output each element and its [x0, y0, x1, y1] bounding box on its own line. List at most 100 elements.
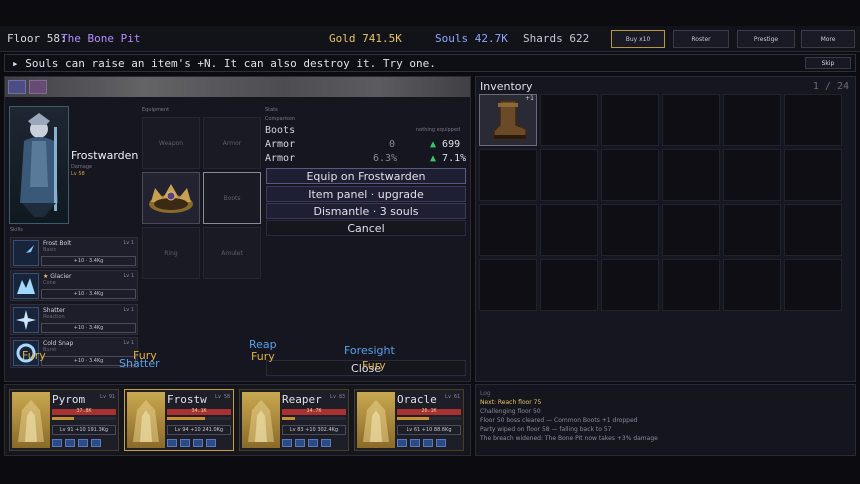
- inventory-slot[interactable]: [540, 94, 598, 146]
- inventory-slot[interactable]: [540, 204, 598, 256]
- inventory-slot[interactable]: [540, 149, 598, 201]
- skill-card[interactable]: Frost Bolt Basic Lv 1 +10 · 3.4Kg: [10, 237, 138, 268]
- inventory-slot[interactable]: [662, 259, 720, 311]
- weapon-slot[interactable]: Weapon: [142, 117, 200, 169]
- stats-header: Stats: [265, 107, 278, 113]
- skill-icon: [91, 439, 101, 447]
- inventory-slot[interactable]: [601, 204, 659, 256]
- party-member-info: Lv 91 +10 191.3Kg: [52, 425, 116, 435]
- stat-label: Armor: [265, 153, 296, 164]
- stat-label: Armor: [265, 139, 296, 150]
- inventory-slot[interactable]: [723, 149, 781, 201]
- inventory-slot[interactable]: [479, 204, 537, 256]
- party-member-skill-icons: [397, 439, 446, 447]
- inventory-slot[interactable]: [784, 149, 842, 201]
- stat-current: 0: [389, 139, 396, 150]
- inventory-slot[interactable]: [540, 259, 598, 311]
- weapon-slot-label: Weapon: [158, 139, 184, 147]
- more-button[interactable]: More: [801, 30, 855, 48]
- amulet-slot-label: Amulet: [221, 249, 243, 257]
- skill-card[interactable]: ★ Glacier Cone Lv 1 +10 · 3.4Kg: [10, 270, 138, 301]
- boots-slot[interactable]: Boots: [203, 172, 261, 224]
- log-line: Challenging floor 50: [480, 408, 541, 415]
- skill-name-text: Glacier: [50, 273, 72, 280]
- item-upgrade-badge: +1: [525, 95, 534, 102]
- floating-shatter-text: Shatter: [119, 357, 160, 370]
- inventory-slot[interactable]: [662, 149, 720, 201]
- xp-fill: [282, 417, 295, 420]
- hero-subclass: Damage: [71, 164, 93, 170]
- log-panel: Log Next: Reach floor 75 Challenging flo…: [475, 384, 856, 456]
- party-member-info: Lv 83 +10 302.4Kg: [282, 425, 346, 435]
- nothing-equipped-note: nothing equipped: [416, 127, 461, 133]
- xp-bar: [167, 417, 231, 420]
- inventory-slot[interactable]: [479, 149, 537, 201]
- inventory-slot[interactable]: [723, 204, 781, 256]
- skip-button[interactable]: Skip: [805, 57, 851, 69]
- inventory-slot[interactable]: [601, 94, 659, 146]
- party-member-card[interactable]: Oracle Lv 61 26.1K Lv 61 +10 88.6Kg: [354, 389, 464, 451]
- amulet-slot[interactable]: Amulet: [203, 227, 261, 279]
- inventory-title: Inventory: [480, 80, 533, 93]
- skill-upgrade-box[interactable]: +10 · 3.4Kg: [41, 256, 136, 266]
- top-bar: Floor 58: The Bone Pit Gold 741.5K Souls…: [0, 26, 860, 52]
- equipment-header: Equipment: [142, 107, 170, 113]
- party-member-level: Lv 91: [99, 394, 115, 400]
- inventory-slot[interactable]: [784, 94, 842, 146]
- inventory-slot[interactable]: [662, 94, 720, 146]
- stat-new: ▲ 7.1%: [430, 153, 467, 164]
- shatter-icon: [13, 307, 39, 333]
- party-member-card[interactable]: Pyrom Lv 91 37.8K Lv 91 +10 191.3Kg: [9, 389, 119, 451]
- floating-fury-text: Fury: [22, 349, 46, 362]
- scene-icon: [8, 80, 26, 94]
- inventory-slot[interactable]: [601, 259, 659, 311]
- hero-portrait[interactable]: [9, 106, 69, 224]
- equip-button[interactable]: Equip on Frostwarden: [266, 168, 466, 184]
- party-member-card[interactable]: Reaper Lv 83 14.7K Lv 83 +10 302.4Kg: [239, 389, 349, 451]
- roster-button[interactable]: Roster: [673, 30, 729, 48]
- hp-bar: 37.8K: [52, 408, 116, 415]
- party-member-level: Lv 58: [214, 394, 230, 400]
- dismantle-button[interactable]: Dismantle · 3 souls: [266, 203, 466, 219]
- inventory-slot-boots[interactable]: +1: [479, 94, 537, 146]
- banner-message: ▸ Souls can raise an item's +N. It can a…: [12, 57, 436, 70]
- inventory-slot[interactable]: [662, 204, 720, 256]
- xp-fill: [397, 417, 429, 420]
- party-member-info: Lv 94 +10 241.0Kg: [167, 425, 231, 435]
- skill-type: Reaction: [43, 314, 65, 320]
- skill-icon: [410, 439, 420, 447]
- inventory-slot[interactable]: [601, 149, 659, 201]
- inventory-slot[interactable]: [723, 94, 781, 146]
- hp-bar: 26.1K: [397, 408, 461, 415]
- party-member-card[interactable]: Frostw Lv 58 34.1K Lv 94 +10 241.0Kg: [124, 389, 234, 451]
- skill-icon: [423, 439, 433, 447]
- floating-fury-text: Fury: [251, 350, 275, 363]
- skill-upgrade-box[interactable]: +10 · 3.4Kg: [41, 323, 136, 333]
- inventory-slot[interactable]: [723, 259, 781, 311]
- armor-slot[interactable]: Armor: [203, 117, 261, 169]
- upgrade-button[interactable]: Item panel · upgrade: [266, 186, 466, 202]
- ring-slot[interactable]: Ring: [142, 227, 200, 279]
- skill-upgrade-box[interactable]: +10 · 3.4Kg: [41, 289, 136, 299]
- skill-level: Lv 1: [123, 240, 134, 246]
- floor-name: The Bone Pit: [61, 32, 141, 45]
- prestige-button[interactable]: Prestige: [737, 30, 795, 48]
- inventory-slot[interactable]: [784, 259, 842, 311]
- crown-item-slot[interactable]: [142, 172, 200, 224]
- party-member-name: Reaper: [282, 393, 322, 406]
- frost-bolt-icon: [13, 240, 39, 266]
- frost-mage-icon: [20, 113, 58, 217]
- inventory-slot[interactable]: [479, 259, 537, 311]
- skill-name: Frost Bolt: [43, 240, 72, 247]
- xp-fill: [52, 417, 74, 420]
- inventory-slot[interactable]: [784, 204, 842, 256]
- skill-name: ★ Glacier: [43, 273, 71, 280]
- buy-x10-button[interactable]: Buy x10: [611, 30, 665, 48]
- party-member-name: Oracle: [397, 393, 437, 406]
- skill-icon: [206, 439, 216, 447]
- cancel-button[interactable]: Cancel: [266, 220, 466, 236]
- skill-card[interactable]: Shatter Reaction Lv 1 +10 · 3.4Kg: [10, 304, 138, 335]
- hp-value: 34.1K: [191, 408, 207, 414]
- log-line: Next: Reach floor 75: [480, 399, 542, 406]
- gold-counter: Gold 741.5K: [329, 32, 402, 45]
